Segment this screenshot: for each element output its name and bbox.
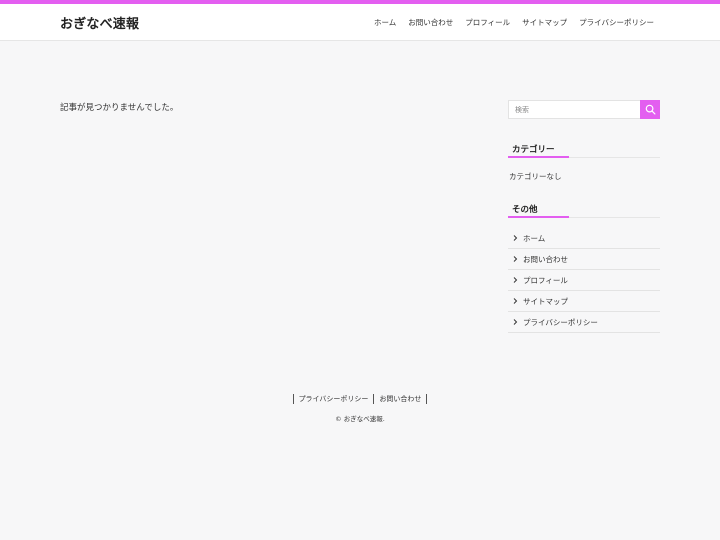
search-form [508, 100, 660, 119]
footer-link-contact[interactable]: お問い合わせ [373, 394, 428, 404]
title-underline [508, 156, 569, 158]
nav-item-home[interactable]: ホーム [374, 17, 396, 28]
other-link-privacy[interactable]: プライバシーポリシー [508, 312, 660, 333]
chevron-right-icon [513, 235, 518, 241]
chevron-right-icon [513, 256, 518, 262]
other-link-label: サイトマップ [523, 296, 568, 306]
other-links-list: ホーム お問い合わせ プロフィール サイトマップ プライバシーポリシー [508, 228, 660, 333]
no-articles-message: 記事が見つかりませんでした。 [60, 103, 179, 113]
nav-item-privacy[interactable]: プライバシーポリシー [579, 17, 654, 28]
site-header: おぎなべ速報 ホーム お問い合わせ プロフィール サイトマップ プライバシーポリ… [0, 4, 720, 41]
other-link-home[interactable]: ホーム [508, 228, 660, 249]
sidebar: カテゴリー カテゴリーなし その他 ホーム お問い合わせ プロフィール サイトマ… [508, 100, 660, 333]
other-link-label: プロフィール [523, 275, 568, 285]
other-link-label: お問い合わせ [523, 254, 568, 264]
footer-nav: プライバシーポリシー お問い合わせ [0, 394, 720, 404]
chevron-right-icon [513, 277, 518, 283]
title-underline [508, 216, 569, 218]
other-link-label: ホーム [523, 233, 546, 243]
other-link-contact[interactable]: お問い合わせ [508, 249, 660, 270]
search-input[interactable] [508, 100, 640, 119]
other-link-sitemap[interactable]: サイトマップ [508, 291, 660, 312]
nav-item-sitemap[interactable]: サイトマップ [522, 17, 567, 28]
chevron-right-icon [513, 298, 518, 304]
other-title: その他 [512, 205, 538, 215]
search-button[interactable] [640, 100, 660, 119]
search-icon [645, 104, 655, 115]
nav-item-profile[interactable]: プロフィール [465, 17, 510, 28]
categories-title: カテゴリー [512, 145, 555, 155]
copyright: © おぎなべ速報. [335, 415, 385, 423]
other-link-profile[interactable]: プロフィール [508, 270, 660, 291]
chevron-right-icon [513, 319, 518, 325]
nav-item-contact[interactable]: お問い合わせ [408, 17, 453, 28]
other-link-label: プライバシーポリシー [523, 317, 598, 327]
no-categories-text: カテゴリーなし [509, 172, 562, 181]
categories-widget-header: カテゴリー [508, 140, 660, 158]
global-nav: ホーム お問い合わせ プロフィール サイトマップ プライバシーポリシー [374, 17, 654, 28]
footer-link-privacy[interactable]: プライバシーポリシー [292, 394, 374, 404]
other-widget-header: その他 [508, 200, 660, 218]
site-title[interactable]: おぎなべ速報 [60, 13, 139, 32]
